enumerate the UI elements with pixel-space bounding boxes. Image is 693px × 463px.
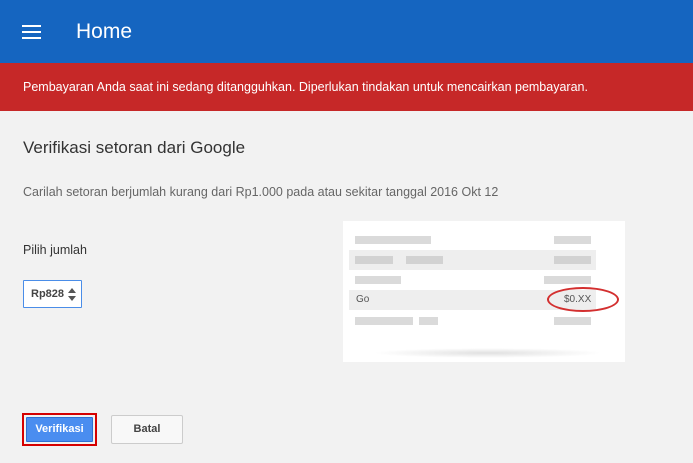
statement-placeholder-line <box>544 276 591 284</box>
bank-statement-illustration: Go $0.XX <box>343 221 625 362</box>
cancel-button[interactable]: Batal <box>111 415 183 444</box>
amount-select-value: Rp828 <box>31 288 65 300</box>
up-down-arrows-icon <box>68 288 76 302</box>
statement-placeholder-line <box>355 256 393 264</box>
verify-button[interactable]: Verifikasi <box>26 417 93 442</box>
statement-placeholder-line <box>554 317 591 325</box>
hamburger-menu-icon[interactable] <box>22 25 41 39</box>
statement-placeholder-line <box>419 317 438 325</box>
amount-highlight-circle <box>547 287 619 312</box>
statement-shadow <box>373 348 603 358</box>
app-bar: Home <box>0 0 693 63</box>
app-title: Home <box>76 20 133 43</box>
statement-placeholder-line <box>355 317 413 325</box>
amount-label: Pilih jumlah <box>23 243 87 257</box>
statement-placeholder-line <box>554 256 591 264</box>
statement-placeholder-line <box>355 236 431 244</box>
alert-message: Pembayaran Anda saat ini sedang ditanggu… <box>23 80 588 94</box>
instruction-text: Carilah setoran berjumlah kurang dari Rp… <box>23 185 499 199</box>
statement-placeholder-line <box>406 256 443 264</box>
verify-button-highlight[interactable]: Verifikasi <box>22 413 97 446</box>
statement-placeholder-line <box>554 236 591 244</box>
statement-transaction-description: Go <box>356 294 370 305</box>
page-title: Verifikasi setoran dari Google <box>23 138 246 157</box>
statement-placeholder-line <box>355 276 401 284</box>
suspension-alert-banner: Pembayaran Anda saat ini sedang ditanggu… <box>0 63 693 111</box>
amount-select[interactable]: Rp828 <box>23 280 82 308</box>
